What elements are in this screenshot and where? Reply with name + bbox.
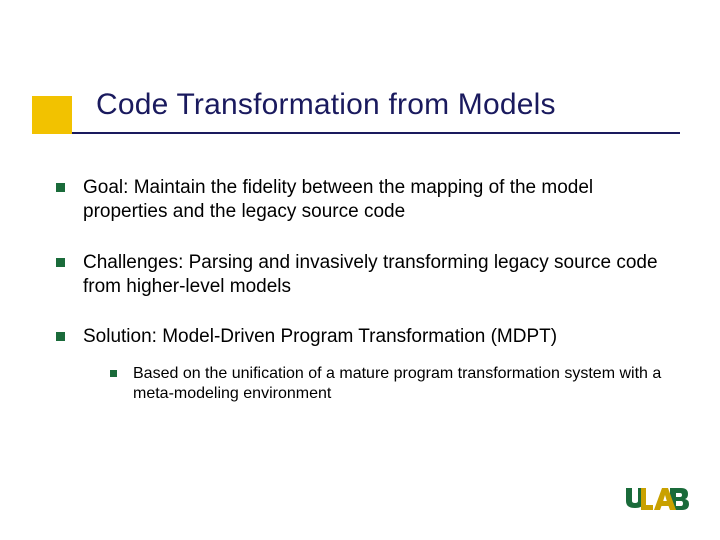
bullet-item: Goal: Maintain the fidelity between the … <box>56 176 676 225</box>
bullet-square-icon <box>56 183 65 192</box>
title-region: Code Transformation from Models <box>72 88 680 134</box>
bullet-text: Solution: Model-Driven Program Transform… <box>83 325 557 349</box>
title-accent-block <box>32 96 72 134</box>
bullet-text: Challenges: Parsing and invasively trans… <box>83 251 676 300</box>
title-underline <box>72 132 680 134</box>
sub-bullet-item: Based on the unification of a mature pro… <box>110 364 676 406</box>
bullet-square-icon <box>56 258 65 267</box>
bullet-item: Challenges: Parsing and invasively trans… <box>56 251 676 300</box>
bullet-item: Solution: Model-Driven Program Transform… <box>56 325 676 349</box>
sub-bullet-text: Based on the unification of a mature pro… <box>133 364 676 406</box>
slide-body: Goal: Maintain the fidelity between the … <box>56 176 676 415</box>
bullet-text: Goal: Maintain the fidelity between the … <box>83 176 676 225</box>
bullet-square-icon <box>110 370 117 377</box>
slide-title: Code Transformation from Models <box>72 88 680 132</box>
uab-logo <box>624 486 690 512</box>
sub-bullet-list: Based on the unification of a mature pro… <box>110 364 676 406</box>
bullet-square-icon <box>56 332 65 341</box>
